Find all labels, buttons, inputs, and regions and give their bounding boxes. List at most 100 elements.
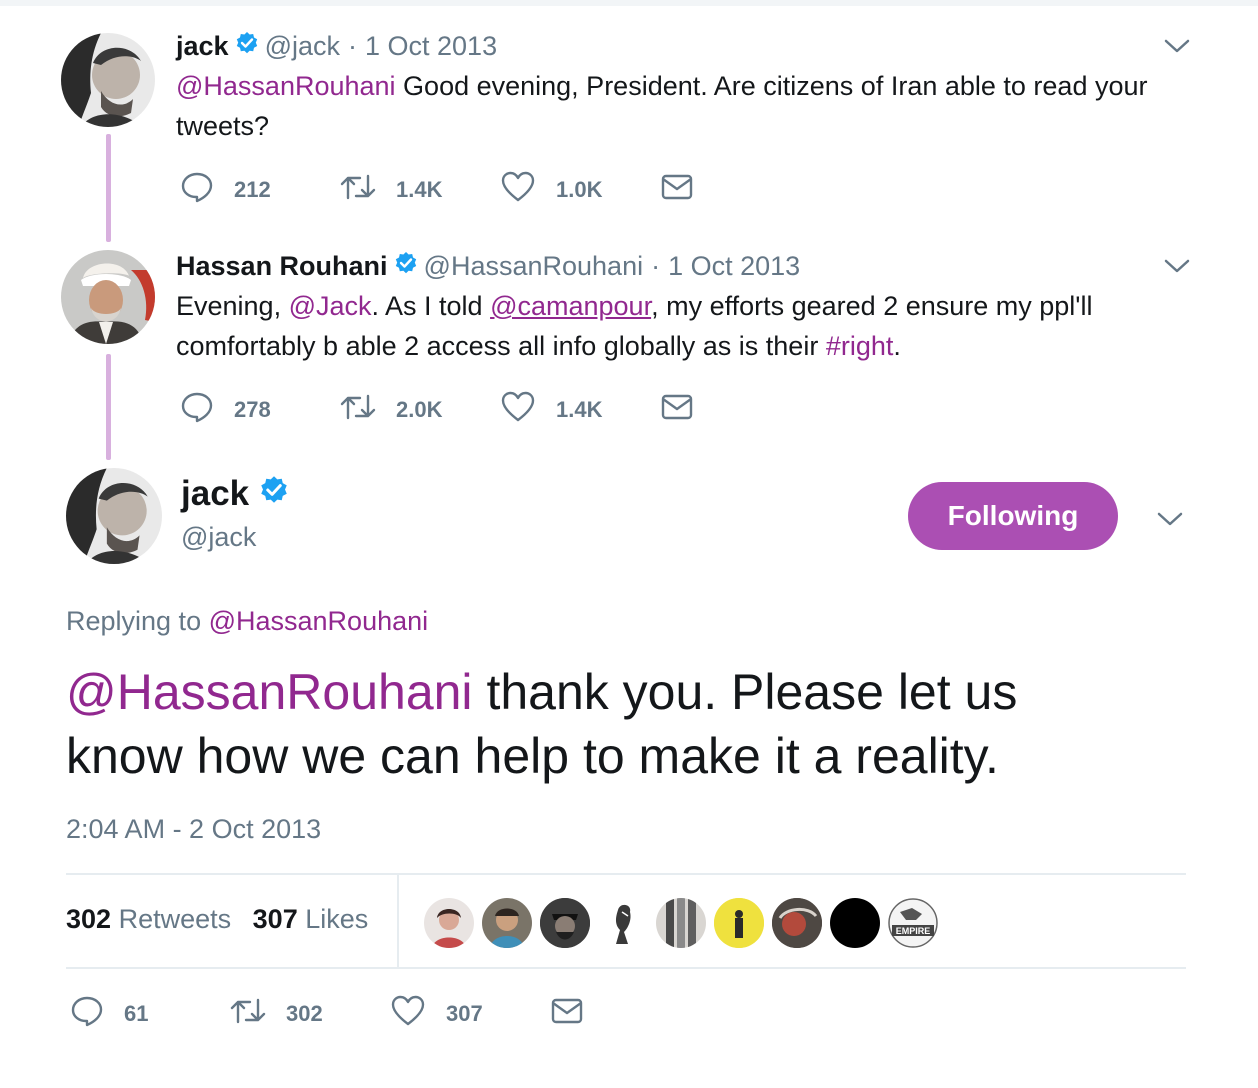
tweet-text: Evening, @Jack. As I told @camanpour, my… [176, 286, 1206, 366]
author-name[interactable]: Hassan Rouhani [176, 251, 388, 282]
liker-avatar[interactable] [598, 898, 648, 948]
top-divider [0, 0, 1258, 6]
retweet-icon [230, 994, 266, 1034]
tweet-text: @HassanRouhani Good evening, President. … [176, 66, 1206, 146]
like-icon [500, 390, 536, 430]
liker-avatar[interactable] [772, 898, 822, 948]
chevron-down-icon[interactable] [1157, 511, 1183, 527]
retweet-total-label[interactable]: Retweets [119, 904, 232, 934]
like-total[interactable]: 307 [253, 904, 298, 934]
chevron-down-icon[interactable] [1164, 258, 1190, 274]
like-total-label[interactable]: Likes [305, 904, 368, 934]
tweet-text-segment: Evening, [176, 291, 289, 321]
author-handle[interactable]: @HassanRouhani [424, 251, 644, 282]
dm-action[interactable] [660, 392, 694, 428]
replying-to-link[interactable]: @HassanRouhani [209, 606, 429, 636]
tweet-date[interactable]: 1 Oct 2013 [365, 31, 497, 62]
retweet-total[interactable]: 302 [66, 904, 111, 934]
like-action[interactable]: 1.0K [500, 170, 660, 210]
like-count: 1.4K [556, 397, 603, 422]
replying-prefix: Replying to [66, 606, 209, 636]
retweet-action[interactable]: 2.0K [340, 390, 500, 430]
liker-avatar[interactable] [830, 898, 880, 948]
thread-line [106, 134, 111, 242]
retweet-action[interactable]: 1.4K [340, 170, 500, 210]
avatar-hassan-rouhani[interactable] [61, 250, 155, 344]
dm-action[interactable] [550, 996, 584, 1032]
tweet-text-segment: . [893, 331, 901, 361]
mention-link[interactable]: @Jack [289, 291, 372, 321]
author-handle[interactable]: @jack [181, 522, 256, 553]
liker-badge-text: EMPIRE [896, 926, 931, 936]
tweet-actions: 278 2.0K 1.4K [180, 390, 694, 430]
main-tweet-actions: 61 302 307 [70, 994, 584, 1034]
verified-badge-icon [259, 474, 289, 514]
tweet-timestamp[interactable]: 2:04 AM - 2 Oct 2013 [66, 814, 321, 845]
liker-avatar[interactable] [540, 898, 590, 948]
tweet-actions: 212 1.4K 1.0K [180, 170, 694, 210]
hashtag-link[interactable]: #right [826, 331, 894, 361]
reply-count: 212 [234, 177, 271, 202]
tweet-text-segment: . As I told [371, 291, 491, 321]
liker-avatar[interactable] [424, 898, 474, 948]
mention-link[interactable]: @HassanRouhani [176, 71, 396, 101]
verified-badge-icon [235, 31, 259, 62]
retweet-count: 2.0K [396, 397, 443, 422]
reply-action[interactable]: 278 [180, 390, 340, 430]
engagement-stats: 302 Retweets 307 Likes [66, 904, 368, 935]
divider [66, 967, 1186, 969]
author-handle[interactable]: @jack [265, 31, 340, 62]
tweet-text-line: tweets? [176, 111, 270, 141]
tweet-text-line: know how we can help to make it a realit… [66, 728, 999, 784]
tweet-text-segment: Good evening, President. Are citizens of… [395, 71, 1148, 101]
tweet-text-segment: , my efforts geared 2 ensure my ppl'll [651, 291, 1093, 321]
retweet-count: 302 [286, 1001, 323, 1026]
liker-avatar[interactable] [482, 898, 532, 948]
like-count: 307 [446, 1001, 483, 1026]
avatar-jack[interactable] [61, 33, 155, 127]
tweet-text-line: @HassanRouhani Good evening, President. … [176, 66, 1206, 106]
tweet-text-segment: comfortably b able 2 access all info glo… [176, 331, 826, 361]
reply-count: 278 [234, 397, 271, 422]
author-name[interactable]: jack [176, 31, 229, 62]
liker-avatar[interactable] [714, 898, 764, 948]
like-action[interactable]: 307 [390, 994, 550, 1034]
liker-avatar[interactable]: EMPIRE [888, 898, 938, 948]
separator: · [348, 30, 357, 61]
retweet-icon [340, 390, 376, 430]
reply-action[interactable]: 61 [70, 994, 230, 1034]
reply-icon [180, 170, 214, 210]
tweet-date[interactable]: 1 Oct 2013 [668, 251, 800, 282]
main-author-name[interactable]: jack [181, 472, 289, 516]
divider [66, 873, 1186, 875]
reply-icon [70, 994, 104, 1034]
main-tweet-text: @HassanRouhani thank you. Please let us … [66, 660, 1196, 788]
like-icon [500, 170, 536, 210]
like-action[interactable]: 1.4K [500, 390, 660, 430]
avatar-jack[interactable] [66, 468, 162, 564]
author-name: jack [181, 474, 250, 513]
thread-line [106, 354, 111, 460]
following-button[interactable]: Following [908, 482, 1118, 550]
stats-divider [397, 875, 399, 969]
tweet-text-line: Evening, @Jack. As I told @camanpour, my… [176, 286, 1206, 326]
retweet-icon [340, 170, 376, 210]
dm-action[interactable] [660, 172, 694, 208]
replying-to: Replying to @HassanRouhani [66, 606, 428, 637]
reply-action[interactable]: 212 [180, 170, 340, 210]
dm-icon [660, 172, 694, 208]
mention-link[interactable]: @HassanRouhani [66, 664, 473, 720]
reply-count: 61 [124, 1001, 149, 1026]
liker-avatar[interactable] [656, 898, 706, 948]
like-icon [390, 994, 426, 1034]
chevron-down-icon[interactable] [1164, 38, 1190, 54]
tweet-text-line: comfortably b able 2 access all info glo… [176, 326, 1206, 366]
separator: · [651, 250, 661, 281]
tweet-text-line: @HassanRouhani thank you. Please let us [66, 660, 1196, 724]
verified-badge-icon [394, 251, 418, 282]
retweet-count: 1.4K [396, 177, 443, 202]
reply-icon [180, 390, 214, 430]
mention-link[interactable]: @camanpour [490, 291, 651, 321]
retweet-action[interactable]: 302 [230, 994, 390, 1034]
tweet-header: jack @jack · 1 Oct 2013 [176, 26, 497, 66]
